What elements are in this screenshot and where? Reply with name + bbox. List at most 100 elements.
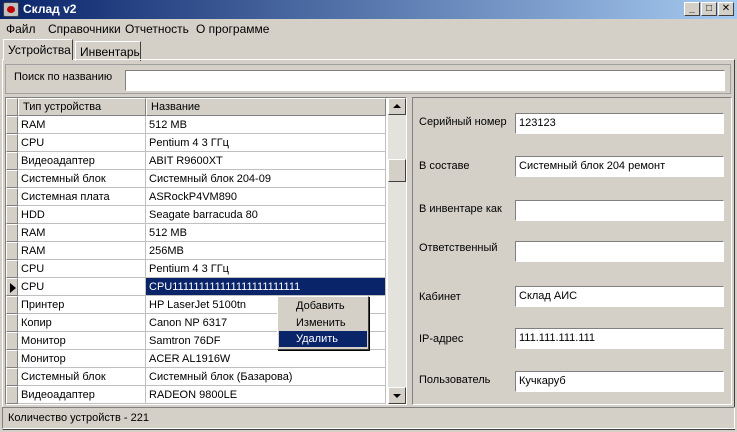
row-indicator: [6, 386, 18, 404]
menu-item-add[interactable]: Добавить: [279, 298, 367, 314]
row-indicator: [6, 296, 18, 314]
cell-type: Системный блок: [18, 170, 146, 188]
scroll-down-button[interactable]: [388, 387, 406, 404]
devices-grid[interactable]: Тип устройства Название RAM 512 MB CPU Pen…: [5, 97, 407, 405]
cell-type: Копир: [18, 314, 146, 332]
cell-type: Монитор: [18, 332, 146, 350]
table-row[interactable]: RAM 512 MB: [6, 116, 386, 134]
part-of-label: В составе: [419, 160, 470, 172]
cell-type: Системный блок: [18, 368, 146, 386]
cell-name: Системный блок (Базарова): [146, 368, 386, 386]
table-row[interactable]: Видеоадаптер ABIT R9600XT: [6, 152, 386, 170]
part-of-field[interactable]: Системный блок 204 ремонт: [515, 156, 724, 177]
cell-type: CPU: [18, 278, 146, 296]
serial-number-field[interactable]: 123123: [515, 113, 724, 134]
row-indicator: [6, 278, 18, 296]
cell-name: ABIT R9600XT: [146, 152, 386, 170]
table-row-selected[interactable]: CPU CPU111111111111111111111111: [6, 278, 386, 296]
table-row[interactable]: Видеоадаптер RADEON 9800LE: [6, 386, 386, 404]
row-indicator: [6, 314, 18, 332]
maximize-button[interactable]: □: [701, 2, 717, 16]
responsible-field[interactable]: [515, 241, 724, 262]
cell-type: CPU: [18, 134, 146, 152]
table-row[interactable]: CPU Pentium 4 3 ГГц: [6, 134, 386, 152]
cell-name: 512 MB: [146, 116, 386, 134]
tab-devices[interactable]: Устройства: [3, 39, 73, 60]
cell-name: 256MB: [146, 242, 386, 260]
table-row[interactable]: Системная плата ASRockP4VM890: [6, 188, 386, 206]
arrow-up-icon: [393, 104, 401, 108]
row-indicator: [6, 224, 18, 242]
cell-name-selected[interactable]: CPU111111111111111111111111: [146, 278, 386, 296]
row-indicator: [6, 260, 18, 278]
column-header-type[interactable]: Тип устройства: [18, 98, 146, 116]
ip-address-label: IP-адрес: [419, 333, 464, 345]
inventory-as-label: В инвентаре как: [419, 203, 502, 215]
close-button[interactable]: ✕: [718, 2, 734, 16]
menu-item-edit[interactable]: Изменить: [279, 315, 367, 331]
context-menu: Добавить Изменить Удалить: [277, 296, 369, 350]
menu-reports[interactable]: Отчетность: [125, 22, 189, 36]
cell-type: Принтер: [18, 296, 146, 314]
table-row[interactable]: Системный блок Системный блок (Базарова): [6, 368, 386, 386]
search-input[interactable]: [125, 70, 725, 91]
cell-name: Seagate barracuda 80: [146, 206, 386, 224]
title-bar: Склад v2 _ □ ✕: [0, 0, 737, 19]
arrow-down-icon: [393, 394, 401, 398]
responsible-label: Ответственный: [419, 242, 498, 254]
inventory-as-field[interactable]: [515, 200, 724, 221]
cell-type: CPU: [18, 260, 146, 278]
user-field[interactable]: Кучкаруб: [515, 371, 724, 392]
cell-type: RAM: [18, 116, 146, 134]
row-indicator: [6, 350, 18, 368]
app-icon: [3, 2, 19, 17]
cell-type: HDD: [18, 206, 146, 224]
table-row[interactable]: Монитор ACER AL1916W: [6, 350, 386, 368]
menu-about[interactable]: О программе: [196, 22, 269, 36]
window-title: Склад v2: [23, 2, 77, 16]
cell-type: RAM: [18, 224, 146, 242]
table-row[interactable]: Системный блок Системный блок 204-09: [6, 170, 386, 188]
table-row[interactable]: RAM 256MB: [6, 242, 386, 260]
table-row[interactable]: RAM 512 MB: [6, 224, 386, 242]
search-label: Поиск по названию: [14, 71, 113, 83]
scroll-up-button[interactable]: [388, 98, 406, 115]
user-label: Пользователь: [419, 374, 491, 386]
cell-type: Системная плата: [18, 188, 146, 206]
cell-type: Монитор: [18, 350, 146, 368]
cell-name: RADEON 9800LE: [146, 386, 386, 404]
grid-corner: [6, 98, 18, 116]
row-indicator: [6, 368, 18, 386]
cell-name: ACER AL1916W: [146, 350, 386, 368]
row-indicator: [6, 116, 18, 134]
cell-name: Pentium 4 3 ГГц: [146, 134, 386, 152]
menu-item-delete[interactable]: Удалить: [279, 331, 367, 347]
column-header-name[interactable]: Название: [146, 98, 386, 116]
tab-inventory[interactable]: Инвентарь: [75, 41, 141, 61]
cell-name: Pentium 4 3 ГГц: [146, 260, 386, 278]
row-indicator: [6, 242, 18, 260]
current-row-arrow-icon: [10, 283, 16, 293]
cell-name: Системный блок 204-09: [146, 170, 386, 188]
cell-type: Видеоадаптер: [18, 152, 146, 170]
row-indicator: [6, 134, 18, 152]
cell-name: ASRockP4VM890: [146, 188, 386, 206]
row-indicator: [6, 206, 18, 224]
table-row[interactable]: HDD Seagate barracuda 80: [6, 206, 386, 224]
menu-bar: Файл Справочники Отчетность О программе: [0, 19, 737, 39]
grid-scrollbar[interactable]: [388, 98, 406, 404]
row-indicator: [6, 170, 18, 188]
menu-file[interactable]: Файл: [6, 22, 36, 36]
row-indicator: [6, 188, 18, 206]
ip-address-field[interactable]: 111.111.111.111: [515, 328, 724, 349]
serial-number-label: Серийный номер: [419, 116, 507, 128]
menu-references[interactable]: Справочники: [48, 22, 121, 36]
table-row[interactable]: CPU Pentium 4 3 ГГц: [6, 260, 386, 278]
scroll-thumb[interactable]: [388, 159, 406, 182]
office-label: Кабинет: [419, 291, 461, 303]
cell-type: RAM: [18, 242, 146, 260]
cell-type: Видеоадаптер: [18, 386, 146, 404]
cell-name: 512 MB: [146, 224, 386, 242]
minimize-button[interactable]: _: [684, 2, 700, 16]
office-field[interactable]: Склад АИС: [515, 286, 724, 307]
